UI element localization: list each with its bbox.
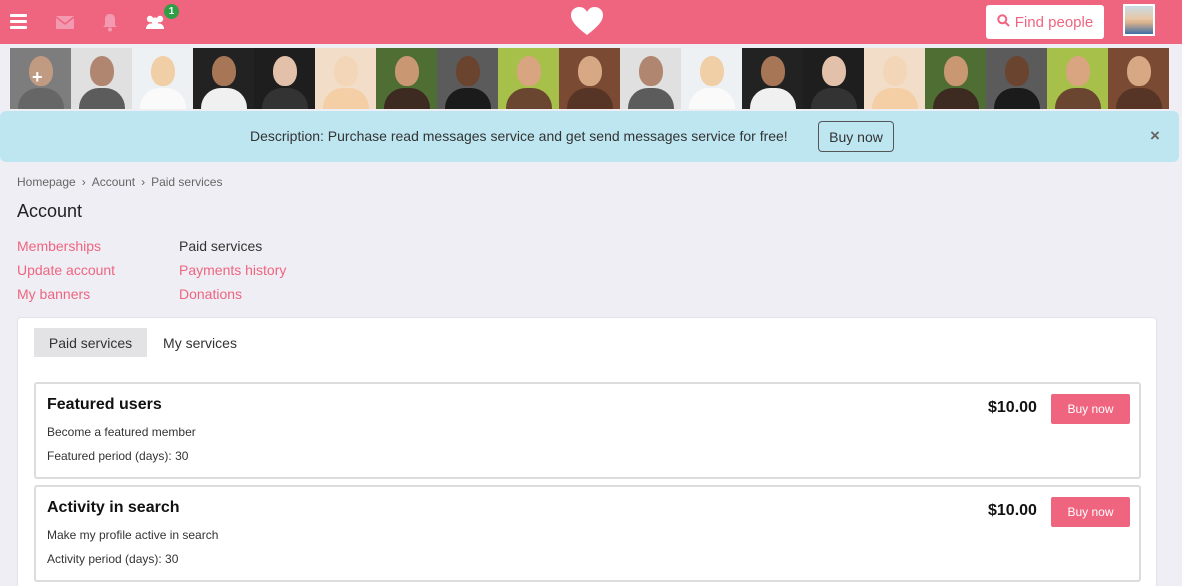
user-avatar[interactable] xyxy=(1123,4,1155,36)
member-photo[interactable] xyxy=(1047,48,1108,109)
nav-payments-history[interactable]: Payments history xyxy=(179,262,286,278)
breadcrumb: Homepage › Account › Paid services xyxy=(17,175,222,189)
buy-now-button[interactable]: Buy now xyxy=(1051,497,1130,527)
service-card-featured-users: Featured users Become a featured member … xyxy=(34,382,1141,479)
member-photo[interactable] xyxy=(71,48,132,109)
chevron-right-icon: › xyxy=(81,175,86,189)
plus-icon: + xyxy=(32,67,43,87)
find-people-button[interactable]: Find people xyxy=(986,5,1104,39)
member-photo[interactable] xyxy=(1108,48,1169,109)
member-photo[interactable] xyxy=(986,48,1047,109)
services-panel: Paid services My services Featured users… xyxy=(17,317,1157,586)
member-photo[interactable] xyxy=(925,48,986,109)
bell-icon[interactable] xyxy=(99,11,121,33)
menu-icon[interactable] xyxy=(8,11,30,33)
featured-photo-strip: + xyxy=(10,48,1169,109)
service-card-activity-in-search: Activity in search Make my profile activ… xyxy=(34,485,1141,582)
breadcrumb-account[interactable]: Account xyxy=(92,175,135,189)
member-photo[interactable] xyxy=(193,48,254,109)
nav-donations[interactable]: Donations xyxy=(179,286,242,302)
service-price: $10.00 xyxy=(988,502,1037,519)
heart-logo-icon[interactable] xyxy=(570,6,604,36)
promo-banner: Description: Purchase read messages serv… xyxy=(0,111,1179,162)
service-title: Activity in search xyxy=(47,499,180,516)
nav-memberships[interactable]: Memberships xyxy=(17,238,101,254)
nav-update-account[interactable]: Update account xyxy=(17,262,115,278)
service-period: Featured period (days): 30 xyxy=(47,449,189,463)
page-title: Account xyxy=(17,201,83,221)
member-photo[interactable] xyxy=(559,48,620,109)
member-photo[interactable] xyxy=(803,48,864,109)
member-photo[interactable] xyxy=(315,48,376,109)
tab-paid-services[interactable]: Paid services xyxy=(34,328,147,357)
member-photo[interactable] xyxy=(681,48,742,109)
breadcrumb-homepage[interactable]: Homepage xyxy=(17,175,76,189)
member-photo[interactable] xyxy=(498,48,559,109)
top-navigation-bar: 1 Find people xyxy=(0,0,1182,44)
member-photo[interactable] xyxy=(376,48,437,109)
envelope-icon[interactable] xyxy=(54,11,76,33)
close-icon[interactable]: × xyxy=(1150,126,1160,146)
friends-icon[interactable] xyxy=(143,11,165,33)
breadcrumb-paid-services: Paid services xyxy=(151,175,223,189)
member-photo[interactable] xyxy=(620,48,681,109)
service-period: Activity period (days): 30 xyxy=(47,552,179,566)
member-photo[interactable] xyxy=(437,48,498,109)
service-title: Featured users xyxy=(47,396,162,413)
banner-buy-now-button[interactable]: Buy now xyxy=(818,121,894,152)
member-photo[interactable] xyxy=(132,48,193,109)
buy-now-button[interactable]: Buy now xyxy=(1051,394,1130,424)
member-photo[interactable] xyxy=(742,48,803,109)
service-description: Become a featured member xyxy=(47,425,196,439)
search-icon xyxy=(997,13,1010,31)
service-price: $10.00 xyxy=(988,399,1037,416)
member-photo[interactable] xyxy=(254,48,315,109)
tab-my-services[interactable]: My services xyxy=(154,328,246,357)
banner-description: Description: Purchase read messages serv… xyxy=(250,128,788,144)
chevron-right-icon: › xyxy=(141,175,146,189)
add-photo-tile[interactable]: + xyxy=(10,48,71,109)
member-photo[interactable] xyxy=(864,48,925,109)
find-people-label: Find people xyxy=(1014,13,1094,31)
service-description: Make my profile active in search xyxy=(47,528,219,542)
notification-badge: 1 xyxy=(164,4,179,19)
nav-paid-services[interactable]: Paid services xyxy=(179,238,262,254)
nav-my-banners[interactable]: My banners xyxy=(17,286,90,302)
